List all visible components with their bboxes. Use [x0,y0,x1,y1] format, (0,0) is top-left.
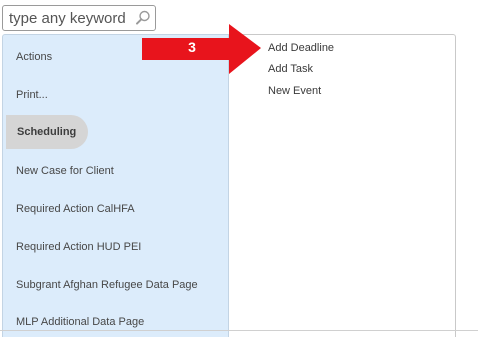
menu-item-scheduling[interactable]: Scheduling [6,115,88,149]
menu-item-required-action-hud-pei[interactable]: Required Action HUD PEI [16,240,141,254]
menu-item-mlp-additional-data[interactable]: MLP Additional Data Page [16,315,144,329]
menu-item-new-case-for-client[interactable]: New Case for Client [16,164,114,178]
search-box[interactable] [2,5,156,31]
submenu-item-add-task[interactable]: Add Task [268,62,313,76]
menu-item-print[interactable]: Print... [16,88,48,102]
submenu-item-add-deadline[interactable]: Add Deadline [268,41,334,55]
step-callout-arrow: 3 [140,22,262,76]
menu-item-subgrant-afghan-refugee[interactable]: Subgrant Afghan Refugee Data Page [16,278,198,292]
submenu-item-new-event[interactable]: New Event [268,84,321,98]
search-input[interactable] [3,6,131,30]
scheduling-submenu: Add Deadline Add Task New Event [228,34,456,337]
menu-item-required-action-calhfa[interactable]: Required Action CalHFA [16,202,135,216]
menu-item-scheduling-label: Scheduling [17,126,77,138]
actions-menu: Actions Print... Scheduling New Case for… [2,34,229,337]
screen-root: Add Deadline Add Task New Event Actions … [0,0,478,337]
step-number-label: 3 [188,39,196,55]
menu-item-actions[interactable]: Actions [16,50,52,64]
bottom-divider [0,330,478,331]
